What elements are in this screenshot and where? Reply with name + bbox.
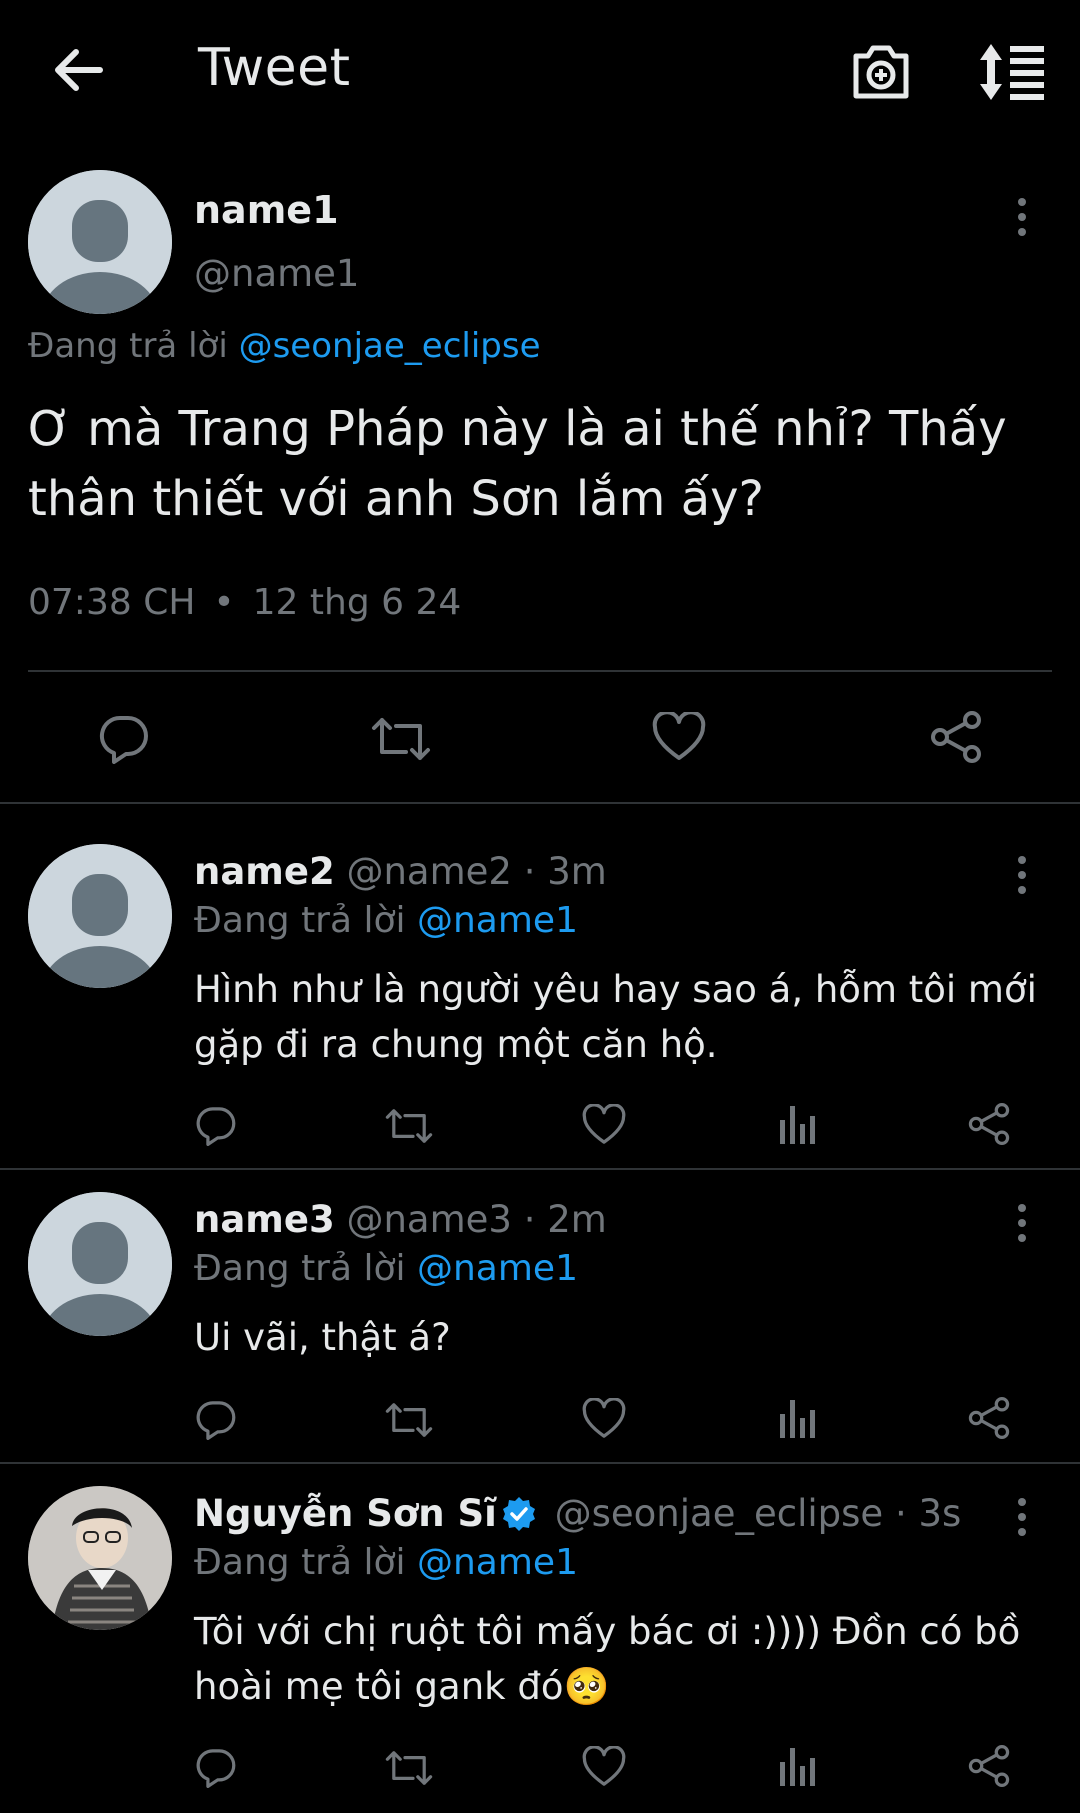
author-handle[interactable]: @name3 bbox=[346, 1198, 511, 1241]
retweet-icon[interactable] bbox=[370, 714, 432, 768]
replying-to-mention[interactable]: @name1 bbox=[417, 1542, 578, 1583]
arrow-left-icon[interactable] bbox=[48, 40, 108, 100]
camera-plus-icon[interactable] bbox=[850, 42, 912, 102]
reply-icon[interactable] bbox=[98, 712, 150, 768]
author-name[interactable]: name1 bbox=[194, 188, 339, 232]
author-name[interactable]: name2 bbox=[194, 850, 335, 893]
replying-to: Đang trả lời @name1 bbox=[194, 1542, 578, 1583]
retweet-icon[interactable] bbox=[384, 1748, 434, 1792]
retweet-icon[interactable] bbox=[384, 1106, 434, 1150]
reply-header: name3 @name3 · 2m bbox=[194, 1198, 607, 1241]
tweet-timestamp: 07:38 CH • 12 thg 6 24 bbox=[28, 582, 461, 623]
reply-text: Hình như là người yêu hay sao á, hỗm tôi… bbox=[194, 968, 1037, 1066]
verified-badge-icon bbox=[501, 1496, 537, 1541]
like-icon[interactable] bbox=[582, 1397, 626, 1444]
more-options-icon[interactable] bbox=[1010, 198, 1034, 242]
reply-icon[interactable] bbox=[195, 1104, 237, 1150]
replying-to: Đang trả lời @name1 bbox=[194, 900, 578, 941]
analytics-icon[interactable] bbox=[778, 1744, 818, 1792]
post-age: · 3m bbox=[523, 850, 607, 893]
page-title: Tweet bbox=[198, 38, 351, 98]
tweet-date: 12 thg 6 24 bbox=[252, 582, 462, 623]
author-handle[interactable]: @seonjae_eclipse bbox=[555, 1492, 884, 1535]
author-name[interactable]: Nguyễn Sơn Sĩ bbox=[194, 1492, 497, 1535]
reply-icon[interactable] bbox=[195, 1398, 237, 1444]
post-age: · 2m bbox=[523, 1198, 607, 1241]
author-name[interactable]: name3 bbox=[194, 1198, 335, 1241]
reply-text: Tôi với chị ruột tôi mấy bác ơi :)))) Đồ… bbox=[194, 1610, 1021, 1708]
avatar[interactable] bbox=[28, 844, 172, 988]
sort-list-icon[interactable] bbox=[978, 42, 1048, 102]
top-app-bar: Tweet bbox=[0, 0, 1080, 145]
like-icon[interactable] bbox=[652, 710, 706, 766]
replying-to-mention[interactable]: @name1 bbox=[417, 1248, 578, 1289]
replying-to-label: Đang trả lời bbox=[28, 326, 228, 366]
share-icon[interactable] bbox=[968, 1102, 1010, 1150]
share-icon[interactable] bbox=[968, 1744, 1010, 1792]
reply-header: name2 @name2 · 3m bbox=[194, 850, 607, 893]
post-age: · 3s bbox=[894, 1492, 962, 1535]
retweet-icon[interactable] bbox=[384, 1400, 434, 1444]
replying-to-label: Đang trả lời bbox=[194, 1248, 406, 1289]
share-icon[interactable] bbox=[930, 710, 982, 768]
more-options-icon[interactable] bbox=[1010, 1204, 1034, 1248]
reply-header: Nguyễn Sơn Sĩ @seonjae_eclipse · 3s bbox=[194, 1492, 961, 1541]
avatar[interactable] bbox=[28, 1192, 172, 1336]
author-handle[interactable]: @name1 bbox=[194, 252, 359, 295]
more-options-icon[interactable] bbox=[1010, 1498, 1034, 1542]
tweet-detail-screen: Tweet name1 @name1 Đang trả lời @seonjae… bbox=[0, 0, 1080, 1813]
divider bbox=[0, 1462, 1080, 1464]
analytics-icon[interactable] bbox=[778, 1102, 818, 1150]
replying-to-mention[interactable]: @seonjae_eclipse bbox=[239, 326, 541, 366]
divider bbox=[28, 670, 1052, 672]
replying-to-mention[interactable]: @name1 bbox=[417, 900, 578, 941]
divider bbox=[0, 802, 1080, 804]
avatar[interactable] bbox=[28, 170, 172, 314]
replying-to: Đang trả lời @name1 bbox=[194, 1248, 578, 1289]
avatar[interactable] bbox=[28, 1486, 172, 1630]
replying-to-label: Đang trả lời bbox=[194, 1542, 406, 1583]
more-options-icon[interactable] bbox=[1010, 856, 1034, 900]
author-handle[interactable]: @name2 bbox=[346, 850, 511, 893]
tweet-time: 07:38 CH bbox=[28, 582, 196, 623]
replying-to-label: Đang trả lời bbox=[194, 900, 406, 941]
reply-icon[interactable] bbox=[195, 1746, 237, 1792]
divider bbox=[0, 1168, 1080, 1170]
share-icon[interactable] bbox=[968, 1396, 1010, 1444]
reply-text: Ui vãi, thật á? bbox=[194, 1316, 451, 1359]
like-icon[interactable] bbox=[582, 1103, 626, 1150]
like-icon[interactable] bbox=[582, 1745, 626, 1792]
replying-to: Đang trả lời @seonjae_eclipse bbox=[28, 326, 541, 366]
analytics-icon[interactable] bbox=[778, 1396, 818, 1444]
meta-separator: • bbox=[213, 582, 235, 623]
tweet-text: Ơ mà Trang Pháp này là ai thế nhỉ? Thấy … bbox=[28, 401, 1007, 527]
